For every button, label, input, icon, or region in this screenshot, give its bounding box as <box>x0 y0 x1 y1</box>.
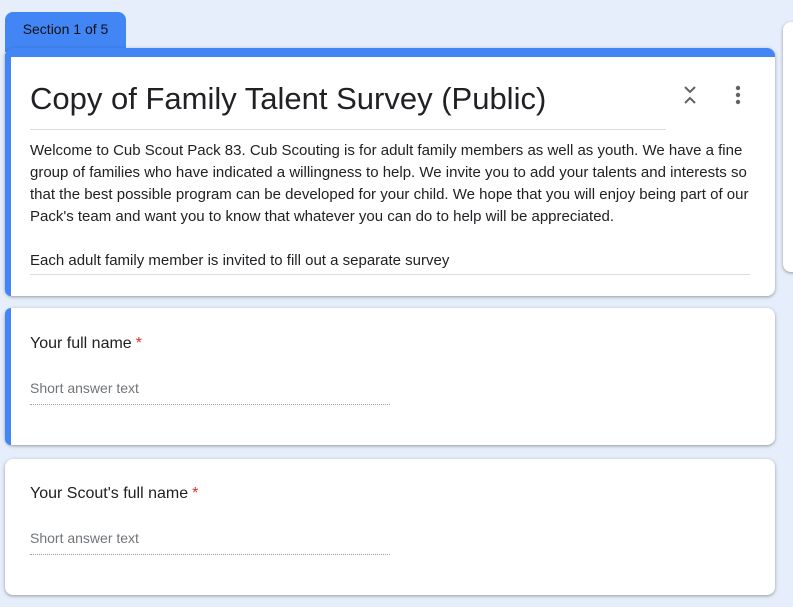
required-asterisk: * <box>135 335 142 352</box>
floating-toolbar[interactable] <box>783 22 793 272</box>
collapse-icon <box>684 86 696 104</box>
active-card-accent <box>5 308 11 445</box>
question-title: Your Scout's full name * <box>30 485 199 502</box>
question-card-scout-name[interactable]: Your Scout's full name * Short answer tex… <box>5 459 775 595</box>
form-title[interactable]: Copy of Family Talent Survey (Public) <box>30 79 666 130</box>
form-description[interactable]: Welcome to Cub Scout Pack 83. Cub Scouti… <box>30 140 750 275</box>
short-answer-input[interactable]: Short answer text <box>30 530 390 555</box>
active-card-accent <box>5 56 11 296</box>
question-card-full-name[interactable]: Your full name * Short answer text <box>5 308 775 445</box>
question-title: Your full name * <box>30 335 142 352</box>
section-tab-label: Section 1 of 5 <box>22 21 109 37</box>
collapse-section-button[interactable] <box>676 81 704 109</box>
more-options-button[interactable] <box>724 81 752 109</box>
description-paragraph: Welcome to Cub Scout Pack 83. Cub Scouti… <box>30 142 749 225</box>
form-header-card[interactable]: Copy of Family Talent Survey (Public) We… <box>5 48 775 296</box>
short-answer-input[interactable]: Short answer text <box>30 380 390 405</box>
more-vert-icon <box>735 85 741 105</box>
description-paragraph: Each adult family member is invited to f… <box>30 252 450 269</box>
required-asterisk: * <box>192 485 199 502</box>
section-tab: Section 1 of 5 <box>5 12 126 52</box>
